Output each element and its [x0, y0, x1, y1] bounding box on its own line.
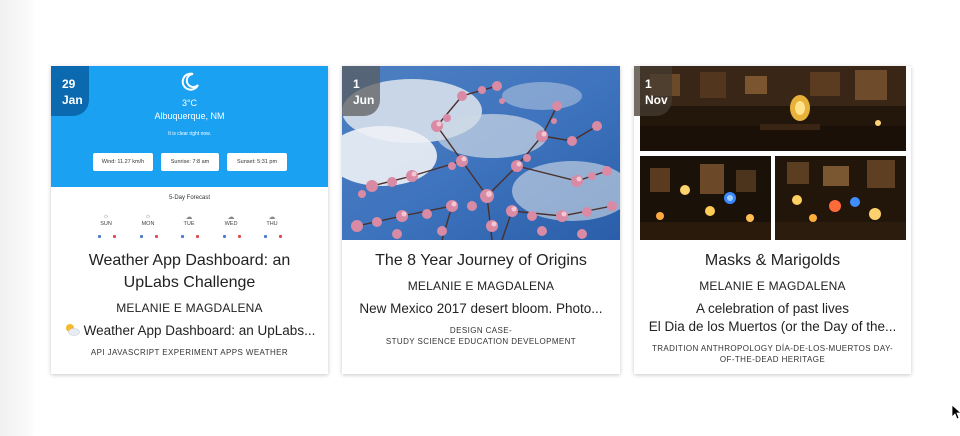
cloud-icon: ☁ — [268, 214, 276, 221]
partly-sunny-icon — [64, 323, 80, 336]
wind-chip: Wind: 11.27 km/h — [93, 153, 153, 171]
moon-icon — [181, 72, 199, 91]
forecast-low-marker — [98, 235, 101, 238]
post-excerpt-line: A celebration of past lives — [695, 301, 850, 316]
cloud-icon: ☁ — [227, 214, 235, 221]
forecast-high-marker — [155, 235, 158, 238]
post-card-weather[interactable]: 3°C Albuquerque, NM It is clear right no… — [51, 66, 328, 374]
post-thumbnail[interactable]: 1 Nov — [634, 66, 911, 240]
weather-condition: It is clear right now. — [168, 131, 211, 137]
forecast-day: MON — [141, 221, 155, 227]
cherry-blossom-photo — [342, 66, 620, 240]
weather-temperature: 3°C — [181, 98, 198, 108]
date-badge: 29 Jan — [51, 66, 89, 116]
post-card-origins[interactable]: 1 Jun The 8 Year Journey of Origins MELA… — [342, 66, 620, 374]
forecast-high-marker — [238, 235, 241, 238]
sunrise-chip: Sunrise: 7:8 am — [161, 153, 219, 171]
post-title[interactable]: The 8 Year Journey of Origins — [352, 250, 610, 272]
post-thumbnail[interactable]: 1 Jun — [342, 66, 620, 240]
forecast-high-marker — [113, 235, 116, 238]
post-tags-line: OF-THE-DEAD HERITAGE — [719, 355, 826, 364]
date-badge: 1 Jun — [342, 66, 380, 116]
cloud-icon: ☁ — [185, 214, 193, 221]
forecast-low-marker — [264, 235, 267, 238]
post-excerpt: New Mexico 2017 desert bloom. Photo... — [359, 301, 603, 316]
date-month: Jun — [353, 93, 375, 107]
sun-icon: ☼ — [144, 213, 152, 220]
forecast-day: THU — [266, 221, 278, 227]
forecast-day: SUN — [100, 221, 112, 227]
date-day: 29 — [62, 77, 76, 91]
collage-photo-bottom-right — [775, 156, 906, 240]
post-tags-line: TRADITION ANTHROPOLOGY DÍA-DE-LOS-MUERTO… — [651, 344, 894, 353]
post-excerpt: A celebration of past lives El Dia de lo… — [634, 300, 911, 336]
forecast-low-marker — [140, 235, 143, 238]
post-excerpt-line: El Dia de los Muertos (or the Day of the… — [648, 319, 897, 334]
forecast-high-marker — [196, 235, 199, 238]
post-author[interactable]: MELANIE E MAGDALENA — [51, 301, 328, 315]
post-tags-line: STUDY SCIENCE EDUCATION DEVELOPMENT — [385, 337, 577, 346]
sun-icon: ☼ — [102, 213, 110, 220]
date-badge: 1 Nov — [634, 66, 672, 116]
date-month: Nov — [645, 93, 668, 107]
post-card-body: Weather App Dashboard: an UpLabs Challen… — [51, 240, 328, 374]
forecast-day: TUE — [183, 221, 195, 227]
post-excerpt-text: Weather App Dashboard: an UpLabs... — [83, 323, 316, 338]
mouse-cursor-icon — [951, 404, 960, 420]
post-title[interactable]: Masks & Marigolds — [644, 250, 901, 272]
sunset-chip: Sunset: 5:31 pm — [227, 153, 287, 171]
post-title[interactable]: Weather App Dashboard: an UpLabs Challen… — [61, 250, 318, 294]
forecast-title: 5-Day Forecast — [168, 195, 210, 201]
page-left-shade — [0, 0, 36, 436]
post-author[interactable]: MELANIE E MAGDALENA — [634, 279, 911, 293]
post-card-masks[interactable]: 1 Nov Masks & Marigolds MELANIE E MAGDAL… — [634, 66, 911, 374]
weather-mock-header: 3°C Albuquerque, NM It is clear right no… — [51, 66, 328, 187]
date-month: Jan — [62, 93, 83, 107]
post-tags[interactable]: DESIGN CASE- STUDY SCIENCE EDUCATION DEV… — [342, 325, 620, 347]
weather-city: Albuquerque, NM — [154, 111, 225, 121]
post-tags[interactable]: TRADITION ANTHROPOLOGY DÍA-DE-LOS-MUERTO… — [634, 343, 911, 365]
date-day: 1 — [353, 77, 360, 91]
collage-photo-top — [640, 66, 906, 151]
forecast-high-marker — [279, 235, 282, 238]
collage-photo-bottom-left — [640, 156, 771, 240]
forecast-low-marker — [181, 235, 184, 238]
post-thumbnail[interactable]: 3°C Albuquerque, NM It is clear right no… — [51, 66, 328, 240]
post-card-body: The 8 Year Journey of Origins MELANIE E … — [342, 240, 620, 374]
forecast-day: WED — [224, 221, 238, 227]
post-author[interactable]: MELANIE E MAGDALENA — [342, 279, 620, 293]
post-tags-line: DESIGN CASE- — [449, 326, 513, 335]
post-card-body: Masks & Marigolds MELANIE E MAGDALENA A … — [634, 240, 911, 374]
post-tags[interactable]: API JAVASCRIPT EXPERIMENT APPS WEATHER — [51, 347, 328, 358]
date-day: 1 — [645, 77, 652, 91]
post-excerpt: Weather App Dashboard: an UpLabs... — [51, 322, 328, 340]
forecast-low-marker — [223, 235, 226, 238]
